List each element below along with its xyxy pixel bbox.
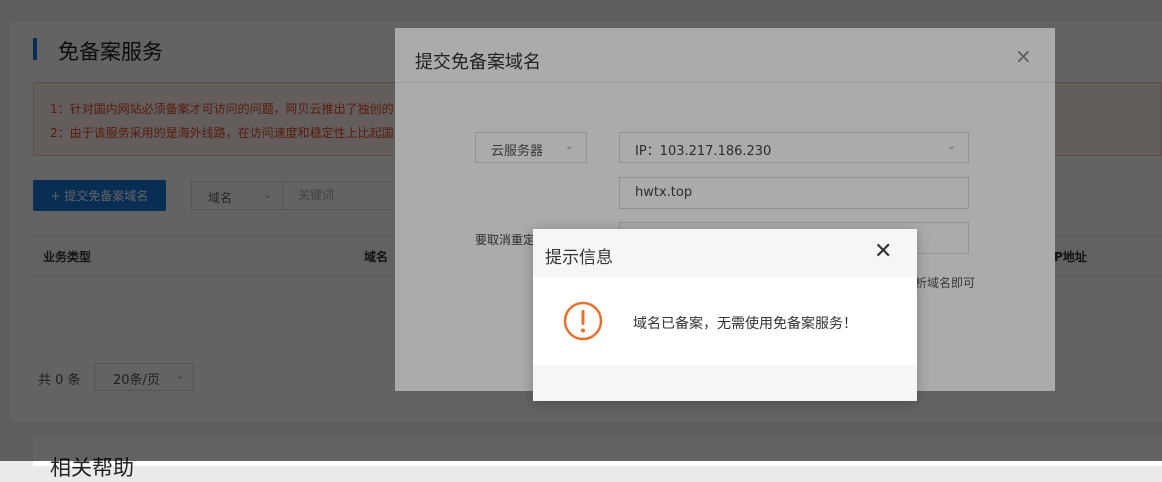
warning-circle-icon (563, 301, 603, 341)
close-icon[interactable]: ✕ (874, 241, 892, 263)
alert-title: 提示信息 (545, 248, 613, 268)
alert-header: 提示信息 ✕ (533, 229, 917, 277)
alert-footer (533, 365, 917, 401)
alert-dialog: 提示信息 ✕ 域名已备案，无需使用免备案服务！ (533, 229, 917, 401)
alert-message: 域名已备案，无需使用免备案服务！ (633, 316, 857, 332)
